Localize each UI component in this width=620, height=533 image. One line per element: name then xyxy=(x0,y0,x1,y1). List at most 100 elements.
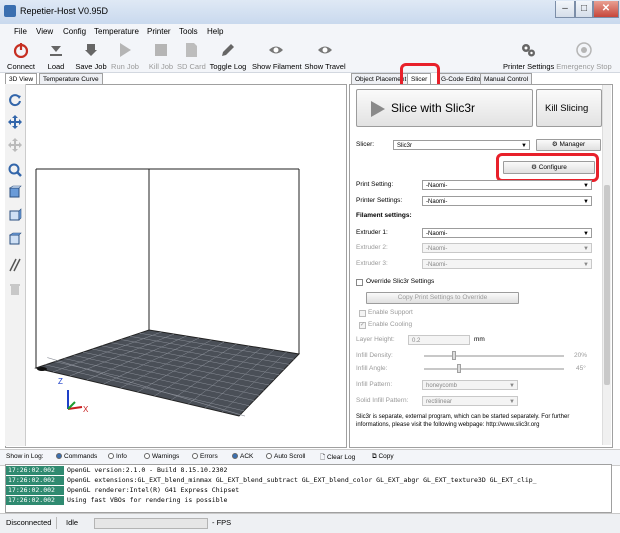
infill-pattern-select[interactable]: honeycomb ▼ xyxy=(422,380,518,390)
emergency-stop-button[interactable]: Emergency Stop xyxy=(556,40,612,72)
close-icon[interactable]: ✕ xyxy=(593,1,619,18)
status-divider xyxy=(56,517,57,529)
enable-support-checkbox[interactable] xyxy=(359,310,366,317)
top-view-icon[interactable] xyxy=(8,232,22,246)
printer-settings-select[interactable]: -Naomi- ▼ xyxy=(422,196,592,206)
menu-temperature[interactable]: Temperature xyxy=(94,27,139,36)
copy-icon: ⧉ xyxy=(372,453,377,460)
run-job-label: Run Job xyxy=(111,62,139,71)
override-label: Override Slic3r Settings xyxy=(366,278,435,285)
connect-button[interactable]: Connect xyxy=(4,40,38,72)
printer-settings-button[interactable]: Printer Settings xyxy=(503,40,555,72)
warnings-toggle[interactable]: Warnings xyxy=(144,453,179,460)
sd-card-icon xyxy=(186,43,197,57)
menu-view[interactable]: View xyxy=(36,27,53,36)
infill-density-thumb[interactable] xyxy=(452,351,456,360)
extruder2-select[interactable]: -Naomi- ▼ xyxy=(422,243,592,253)
x-axis-label: X xyxy=(83,405,89,414)
kill-job-button[interactable]: Kill Job xyxy=(146,40,176,72)
slicer-select[interactable]: Slic3r ▼ xyxy=(393,140,530,150)
move-icon[interactable] xyxy=(8,115,22,129)
slice-with-slic3r-button[interactable]: Slice with Slic3r xyxy=(356,89,533,127)
errors-toggle[interactable]: Errors xyxy=(192,453,218,460)
slice-button-label: Slice with Slic3r xyxy=(391,101,476,115)
log-message: OpenGL extensions:GL_EXT_blend_minmax GL… xyxy=(67,476,537,484)
ack-toggle[interactable]: ACK xyxy=(232,453,253,460)
layer-height-input[interactable]: 0.2 xyxy=(408,335,470,345)
sd-card-button[interactable]: SD Card xyxy=(177,40,206,72)
clear-icon: 🗋 xyxy=(320,454,326,461)
menu-tools[interactable]: Tools xyxy=(179,27,198,36)
extruder1-select[interactable]: -Naomi- ▼ xyxy=(422,228,592,238)
show-filament-label: Show Filament xyxy=(252,62,302,71)
auto-scroll-toggle[interactable]: Auto Scroll xyxy=(266,453,305,460)
radio-icon xyxy=(266,453,272,459)
status-bar: Disconnected Idle - FPS xyxy=(0,513,620,533)
filament-settings-heading: Filament settings: xyxy=(356,212,412,219)
load-label: Load xyxy=(47,62,65,71)
load-button[interactable]: Load xyxy=(40,40,72,72)
infill-angle-slider[interactable] xyxy=(424,368,564,370)
save-icon xyxy=(85,44,97,56)
menu-help[interactable]: Help xyxy=(207,27,223,36)
front-view-icon[interactable] xyxy=(8,185,22,199)
printer-settings-label: Printer Settings xyxy=(503,62,555,71)
window-title: Repetier-Host V0.95D xyxy=(20,6,109,16)
configure-highlight xyxy=(496,153,599,182)
toggle-log-button[interactable]: Toggle Log xyxy=(208,40,248,72)
printer-settings-label: Printer Settings: xyxy=(356,197,403,204)
scrollbar-thumb[interactable] xyxy=(604,185,610,385)
solid-infill-select[interactable]: rectilinear ▼ xyxy=(422,396,518,406)
show-filament-button[interactable]: Show Filament xyxy=(252,40,302,72)
enable-cooling-label: Enable Cooling xyxy=(368,321,413,328)
reset-view-icon[interactable] xyxy=(8,93,22,107)
save-job-button[interactable]: Save Job xyxy=(74,40,108,72)
chevron-down-icon: ▼ xyxy=(509,383,515,389)
eye-icon xyxy=(269,46,283,54)
radio-icon xyxy=(232,453,238,459)
extruder3-label: Extruder 3: xyxy=(356,260,388,267)
parallel-view-icon[interactable] xyxy=(8,258,22,272)
z-axis-label: Z xyxy=(58,377,63,386)
toggle-log-label: Toggle Log xyxy=(209,62,247,71)
trash-icon[interactable] xyxy=(8,282,22,296)
menu-printer[interactable]: Printer xyxy=(147,27,171,36)
enable-cooling-checkbox[interactable]: ✓ xyxy=(359,322,366,329)
maximize-icon[interactable]: □ xyxy=(575,1,593,18)
side-view-icon[interactable] xyxy=(8,208,22,222)
layer-height-label: Layer Height: xyxy=(356,336,395,343)
log-time: 17:26:02.002 xyxy=(6,486,64,495)
show-travel-button[interactable]: Show Travel xyxy=(304,40,346,72)
manager-button[interactable]: ⚙ Manager xyxy=(536,139,601,151)
minimize-icon[interactable]: – xyxy=(555,1,575,18)
log-area[interactable]: 17:26:02.002 OpenGL version:2.1.0 - Build… xyxy=(5,464,612,513)
menu-file[interactable]: File xyxy=(14,27,27,36)
emergency-stop-label: Emergency Stop xyxy=(556,62,612,71)
infill-angle-thumb[interactable] xyxy=(457,364,461,373)
menu-config[interactable]: Config xyxy=(63,27,86,36)
copy-button[interactable]: ⧉ Copy xyxy=(372,453,394,461)
kill-slicing-button[interactable]: Kill Slicing xyxy=(536,89,602,127)
commands-toggle[interactable]: Commands xyxy=(56,453,97,460)
3d-viewport[interactable]: Z X xyxy=(26,85,346,447)
clear-log-button[interactable]: 🗋 Clear Log xyxy=(320,453,355,464)
info-toggle[interactable]: Info xyxy=(108,453,127,460)
log-line: 17:26:02.002 OpenGL version:2.1.0 - Build… xyxy=(6,466,611,475)
override-checkbox[interactable] xyxy=(356,279,363,286)
log-time: 17:26:02.002 xyxy=(6,476,64,485)
gear-icon xyxy=(522,44,535,57)
run-job-button[interactable]: Run Job xyxy=(109,40,141,72)
chevron-down-icon: ▼ xyxy=(583,262,589,268)
log-message: OpenGL renderer:Intel(R) G41 Express Chi… xyxy=(67,486,240,494)
infill-density-slider[interactable] xyxy=(424,355,564,357)
toolbar: Connect Load Save Job Run Job Kill Job S… xyxy=(0,40,620,73)
zoom-icon[interactable] xyxy=(8,163,22,177)
kill-slicing-label: Kill Slicing xyxy=(545,103,589,114)
radio-icon xyxy=(56,453,62,459)
infill-pattern-label: Infill Pattern: xyxy=(356,381,393,388)
copy-print-settings-button[interactable]: Copy Print Settings to Override xyxy=(366,292,519,304)
move-object-icon[interactable] xyxy=(8,138,22,152)
extruder3-select[interactable]: -Naomi- ▼ xyxy=(422,259,592,269)
slicer-scrollbar[interactable] xyxy=(602,85,611,445)
print-setting-select[interactable]: -Naomi- ▼ xyxy=(422,180,592,190)
